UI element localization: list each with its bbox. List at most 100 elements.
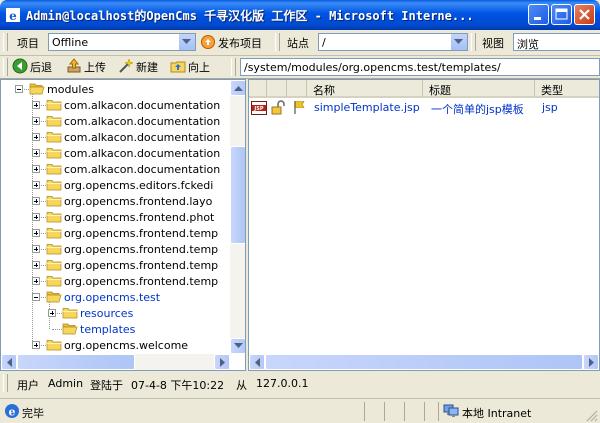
tree-item[interactable]: org.opencms.frontend.layo xyxy=(1,193,231,209)
chevron-down-icon[interactable] xyxy=(178,34,195,50)
column-header-type[interactable]: 类型 xyxy=(535,80,599,98)
project-select[interactable]: Offline xyxy=(48,33,196,51)
tree-item[interactable]: com.alkacon.documentation xyxy=(1,129,231,145)
tree-horizontal-scrollbar[interactable] xyxy=(1,354,230,370)
scroll-down-button[interactable] xyxy=(230,338,245,354)
tree-item-label: org.opencms.frontend.phot xyxy=(64,211,215,224)
folder-icon xyxy=(46,99,62,111)
tree-item[interactable]: com.alkacon.documentation xyxy=(1,97,231,113)
expand-icon[interactable] xyxy=(32,149,40,157)
tree-item[interactable]: org.opencms.frontend.temp xyxy=(1,273,231,289)
tree-item-label: org.opencms.frontend.temp xyxy=(64,275,219,288)
file-list[interactable]: 名称 标题 类型 JSP simpleTemplate.jsp 一个简单的jsp… xyxy=(248,79,600,371)
column-header-state[interactable] xyxy=(287,80,307,98)
expand-icon[interactable] xyxy=(32,213,40,221)
view-select-value: 浏览 xyxy=(517,38,539,51)
scroll-up-button[interactable] xyxy=(230,80,245,96)
view-label: 视图 xyxy=(482,37,504,50)
collapse-icon[interactable] xyxy=(32,293,40,301)
tree-item[interactable]: templates xyxy=(1,321,231,337)
view-select[interactable]: 浏览 xyxy=(513,33,600,51)
scroll-right-button[interactable] xyxy=(583,354,599,370)
tree-item[interactable]: org.opencms.frontend.temp xyxy=(1,241,231,257)
folder-icon xyxy=(46,115,62,127)
tree-item[interactable]: org.opencms.welcome xyxy=(1,337,231,353)
tree-item-label: org.opencms.frontend.layo xyxy=(64,195,213,208)
tree-item-label: org.opencms.editors.fckedi xyxy=(64,179,214,192)
tree-item[interactable]: resources xyxy=(1,305,231,321)
tree-item[interactable]: org.opencms.frontend.phot xyxy=(1,209,231,225)
ie-page-icon: e xyxy=(5,404,19,419)
scroll-thumb[interactable] xyxy=(230,146,245,244)
tree-item[interactable]: org.opencms.frontend.temp xyxy=(1,225,231,241)
folder-open-icon xyxy=(62,323,78,335)
maximize-button[interactable] xyxy=(551,4,572,25)
chevron-down-icon[interactable] xyxy=(450,34,467,50)
expand-icon[interactable] xyxy=(32,181,40,189)
scroll-thumb[interactable] xyxy=(17,354,135,370)
expand-icon[interactable] xyxy=(32,261,40,269)
back-label: 后退 xyxy=(30,61,52,74)
column-header-icon[interactable] xyxy=(249,80,267,98)
project-select-value: Offline xyxy=(52,36,89,49)
expand-icon[interactable] xyxy=(32,101,40,109)
title-bar[interactable]: e Admin@localhost的OpenCms 千寻汉化版 工作区 - Mi… xyxy=(0,0,600,30)
scroll-thumb[interactable] xyxy=(265,354,583,370)
expand-icon[interactable] xyxy=(32,133,40,141)
svg-text:JSP: JSP xyxy=(253,106,263,112)
site-label: 站点 xyxy=(287,37,309,50)
scroll-left-button[interactable] xyxy=(1,354,17,370)
publish-project-label: 发布项目 xyxy=(218,37,262,50)
scroll-right-button[interactable] xyxy=(214,354,230,370)
zone-text: 本地 Intranet xyxy=(462,407,532,420)
close-button[interactable] xyxy=(574,4,595,25)
site-select[interactable]: / xyxy=(318,33,468,51)
expand-icon[interactable] xyxy=(32,245,40,253)
folder-icon xyxy=(46,131,62,143)
unlock-icon xyxy=(271,100,285,115)
tree-item[interactable]: com.alkacon.documentation xyxy=(1,145,231,161)
expand-icon[interactable] xyxy=(32,277,40,285)
tree-item[interactable]: com.alkacon.documentation xyxy=(1,113,231,129)
tree-vertical-scrollbar[interactable] xyxy=(230,80,245,354)
collapse-icon[interactable] xyxy=(15,85,23,93)
file-name[interactable]: simpleTemplate.jsp xyxy=(314,101,420,114)
folder-icon xyxy=(46,195,62,207)
tree-item[interactable]: com.alkacon.documentation xyxy=(1,161,231,177)
expand-icon[interactable] xyxy=(32,197,40,205)
folder-open-icon xyxy=(29,83,45,95)
publish-icon xyxy=(201,35,215,49)
expand-icon[interactable] xyxy=(32,341,40,349)
tree-item[interactable]: org.opencms.frontend.temp xyxy=(1,257,231,273)
status-divider xyxy=(438,402,439,421)
column-header-name[interactable]: 名称 xyxy=(307,80,423,98)
chevron-right-icon xyxy=(220,358,225,367)
login-label: 登陆于 xyxy=(90,379,123,392)
chevron-down-icon xyxy=(234,343,243,348)
up-label: 向上 xyxy=(188,61,210,74)
list-horizontal-scrollbar[interactable] xyxy=(249,354,599,370)
path-input[interactable]: /system/modules/org.opencms.test/templat… xyxy=(240,58,600,76)
expand-icon[interactable] xyxy=(32,165,40,173)
tree-item[interactable]: org.opencms.test xyxy=(1,289,231,305)
tree-content: modules com.alkacon.documentation com.alka… xyxy=(1,80,231,354)
expand-icon[interactable] xyxy=(48,309,56,317)
column-header-title[interactable]: 标题 xyxy=(423,80,535,98)
table-row[interactable]: JSP simpleTemplate.jsp 一个简单的jsp模板 jsp xyxy=(249,98,599,116)
chevron-up-icon xyxy=(234,86,243,91)
tree-item-label: com.alkacon.documentation xyxy=(64,99,221,112)
from-label: 从 xyxy=(236,379,247,392)
folder-tree[interactable]: modules com.alkacon.documentation com.alka… xyxy=(0,79,246,371)
scroll-left-button[interactable] xyxy=(249,354,265,370)
resize-grip-icon[interactable] xyxy=(586,410,598,422)
tree-item[interactable]: modules xyxy=(1,81,231,97)
close-icon xyxy=(579,9,590,20)
toolbar-grip xyxy=(471,33,476,51)
expand-icon[interactable] xyxy=(32,229,40,237)
expand-icon[interactable] xyxy=(32,117,40,125)
minimize-button[interactable] xyxy=(528,4,549,25)
status-divider xyxy=(384,402,385,421)
column-header-lock[interactable] xyxy=(267,80,287,98)
minimize-icon xyxy=(534,17,541,20)
tree-item[interactable]: org.opencms.editors.fckedi xyxy=(1,177,231,193)
